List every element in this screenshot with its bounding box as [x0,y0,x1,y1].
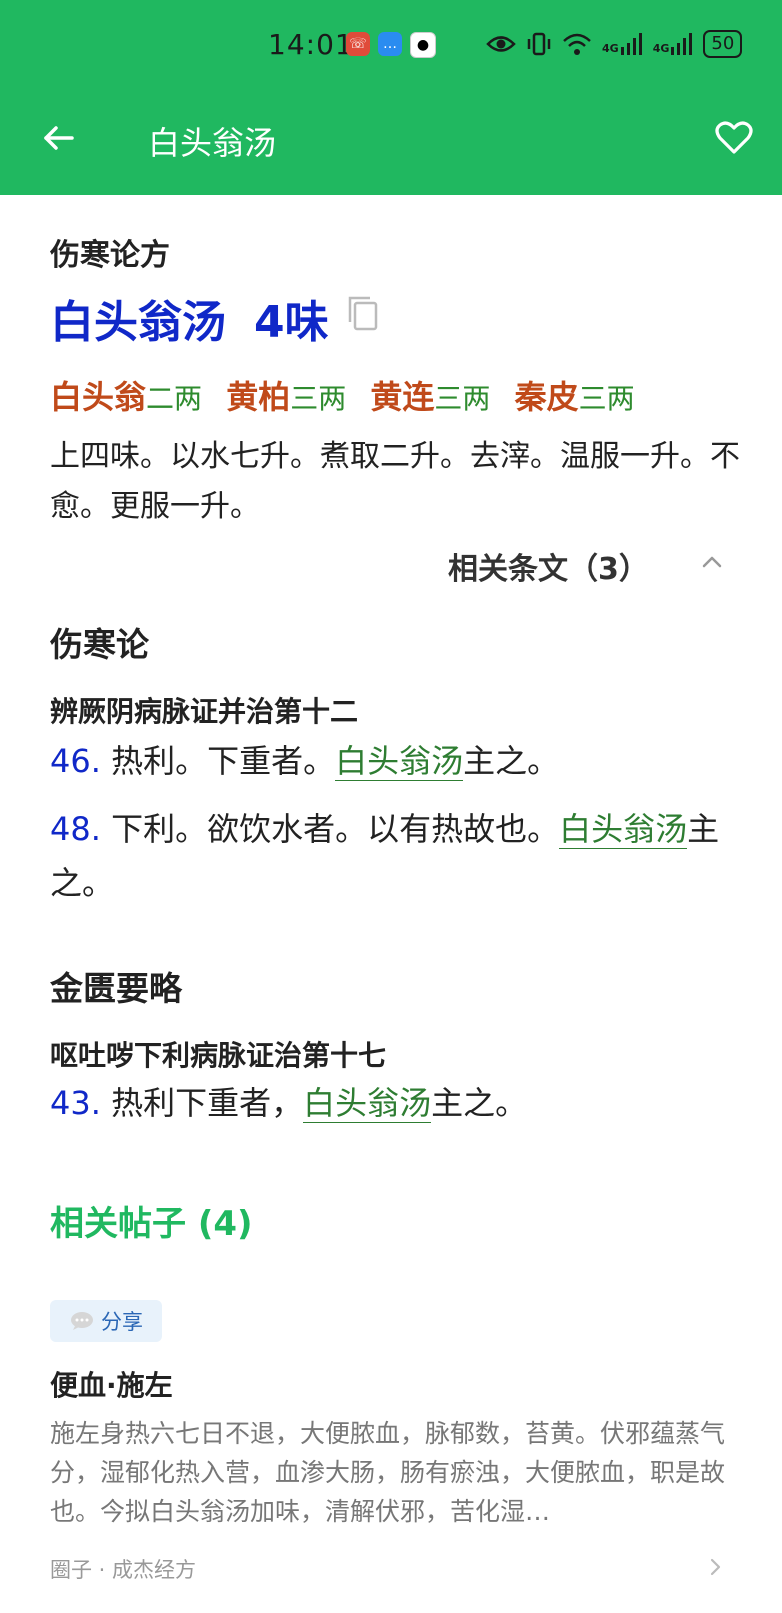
wifi-icon [563,33,591,55]
arrow-left-icon [44,126,74,150]
formula-link[interactable]: 白头翁汤 [559,810,688,849]
chapter-title: 辨厥阴病脉证并治第十二 [50,695,359,728]
network-label: 4G [602,42,619,55]
clause-text: 主之。 [463,742,560,780]
chevron-up-icon[interactable] [700,552,724,572]
notification-icons: ☏ … ● [346,32,436,58]
tag-label: 分享 [101,1310,143,1334]
herb-dose: 三两 [290,382,347,415]
signal-icon: 4G [653,33,694,55]
clause-number: 43. [50,1084,101,1122]
status-bar: 14:01 ☏ … ● 4G 4G 50 [0,0,782,92]
message-icon: … [378,32,402,56]
post-tag[interactable]: 分享 [50,1300,162,1342]
vibrate-icon [527,32,551,56]
copy-icon [348,296,378,331]
copy-button[interactable] [346,294,380,332]
app-bar [0,92,782,195]
herb-dose: 三两 [434,382,491,415]
clause-text: 主之。 [431,1084,528,1122]
formula-link[interactable]: 白头翁汤 [335,742,464,781]
page-title: 白头翁汤 [148,124,277,162]
clause-item: 48. 下利。欲饮水者。以有热故也。白头翁汤主之。 [50,802,740,910]
back-button[interactable] [40,118,80,158]
chat-bubble-icon [71,1312,93,1330]
formula-source: 伤寒论方 [50,238,170,273]
post-meta: 圈子 · 成杰经方 [50,1558,197,1582]
clause-text: 热利。下重者。 [100,742,336,780]
chapter-title: 呕吐哕下利病脉证治第十七 [50,1039,387,1072]
herb-name[interactable]: 黄连 [370,378,434,416]
status-time: 14:01 [268,28,354,61]
clause-text: 下利。欲饮水者。以有热故也。 [100,810,560,848]
related-posts-heading: 相关帖子 (4) [50,1204,253,1244]
post-excerpt[interactable]: 施左身热六七日不退，大便脓血，脉郁数，苔黄。伏邪蕴蒸气分，湿郁化热入营，血渗大肠… [50,1414,740,1531]
preparation-directions: 上四味。以水七升。煮取二升。去滓。温服一升。不愈。更服一升。 [50,439,740,524]
battery-icon: 50 [703,30,743,58]
formula-name: 白头翁汤 [50,297,226,348]
herb-name[interactable]: 黄柏 [226,378,290,416]
network-label: 4G [652,42,670,55]
herb-name[interactable]: 白头翁 [50,378,146,416]
signal-icon: 4G [602,33,643,55]
heart-icon [715,121,753,154]
favorite-button[interactable] [714,118,754,158]
eye-icon [486,36,516,52]
herb-dose: 二两 [146,382,203,415]
post-title[interactable]: 便血·施左 [50,1364,173,1404]
clause-item: 46. 热利。下重者。白头翁汤主之。 [50,734,740,788]
clause-text: 热利下重者， [100,1084,304,1122]
herb-name[interactable]: 秦皮 [515,378,579,416]
herb-list: 白头翁二两 黄柏三两 黄连三两 秦皮三两 [50,372,649,418]
system-icons: 4G 4G 50 [486,30,743,58]
clause-number: 46. [50,742,101,780]
clause-number: 48. [50,810,101,848]
qq-icon: ● [410,32,436,58]
formula-link[interactable]: 白头翁汤 [303,1084,432,1123]
book-title: 金匮要略 [50,969,182,1008]
clause-item: 43. 热利下重者，白头翁汤主之。 [50,1076,740,1130]
missed-call-icon: ☏ [346,32,370,56]
book-title: 伤寒论 [50,625,149,664]
herb-count: 4味 [254,297,329,348]
related-clauses-toggle[interactable]: 相关条文（3） [448,544,649,588]
chevron-right-icon[interactable] [706,1557,724,1577]
herb-dose: 三两 [578,382,635,415]
formula-title: 白头翁汤 4味 [50,286,329,350]
